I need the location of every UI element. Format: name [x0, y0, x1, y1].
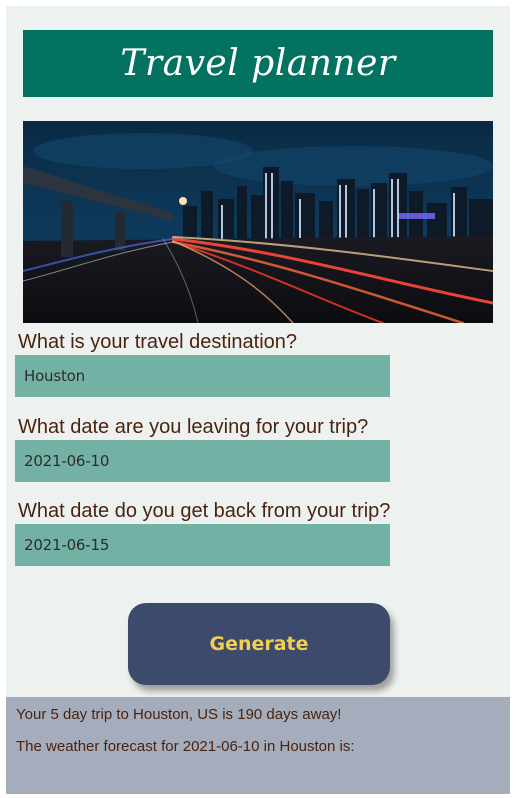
- departure-date-label: What date are you leaving for your trip?: [18, 416, 369, 438]
- destination-label: What is your travel destination?: [18, 331, 298, 353]
- city-skyline-image: [23, 121, 493, 323]
- header-banner: Travel planner: [23, 30, 493, 97]
- return-date-label: What date do you get back from your trip…: [18, 500, 391, 522]
- destination-input[interactable]: [15, 355, 390, 397]
- weather-forecast-text: The weather forecast for 2021-06-10 in H…: [16, 738, 355, 755]
- travel-planner-page: Travel planner What is your travel desti…: [6, 6, 510, 794]
- page-title: Travel planner: [120, 43, 396, 84]
- return-date-input[interactable]: [15, 524, 390, 566]
- generate-button[interactable]: Generate: [128, 603, 390, 685]
- results-panel: Your 5 day trip to Houston, US is 190 da…: [6, 697, 510, 794]
- departure-date-input[interactable]: [15, 440, 390, 482]
- trip-summary-text: Your 5 day trip to Houston, US is 190 da…: [16, 706, 342, 723]
